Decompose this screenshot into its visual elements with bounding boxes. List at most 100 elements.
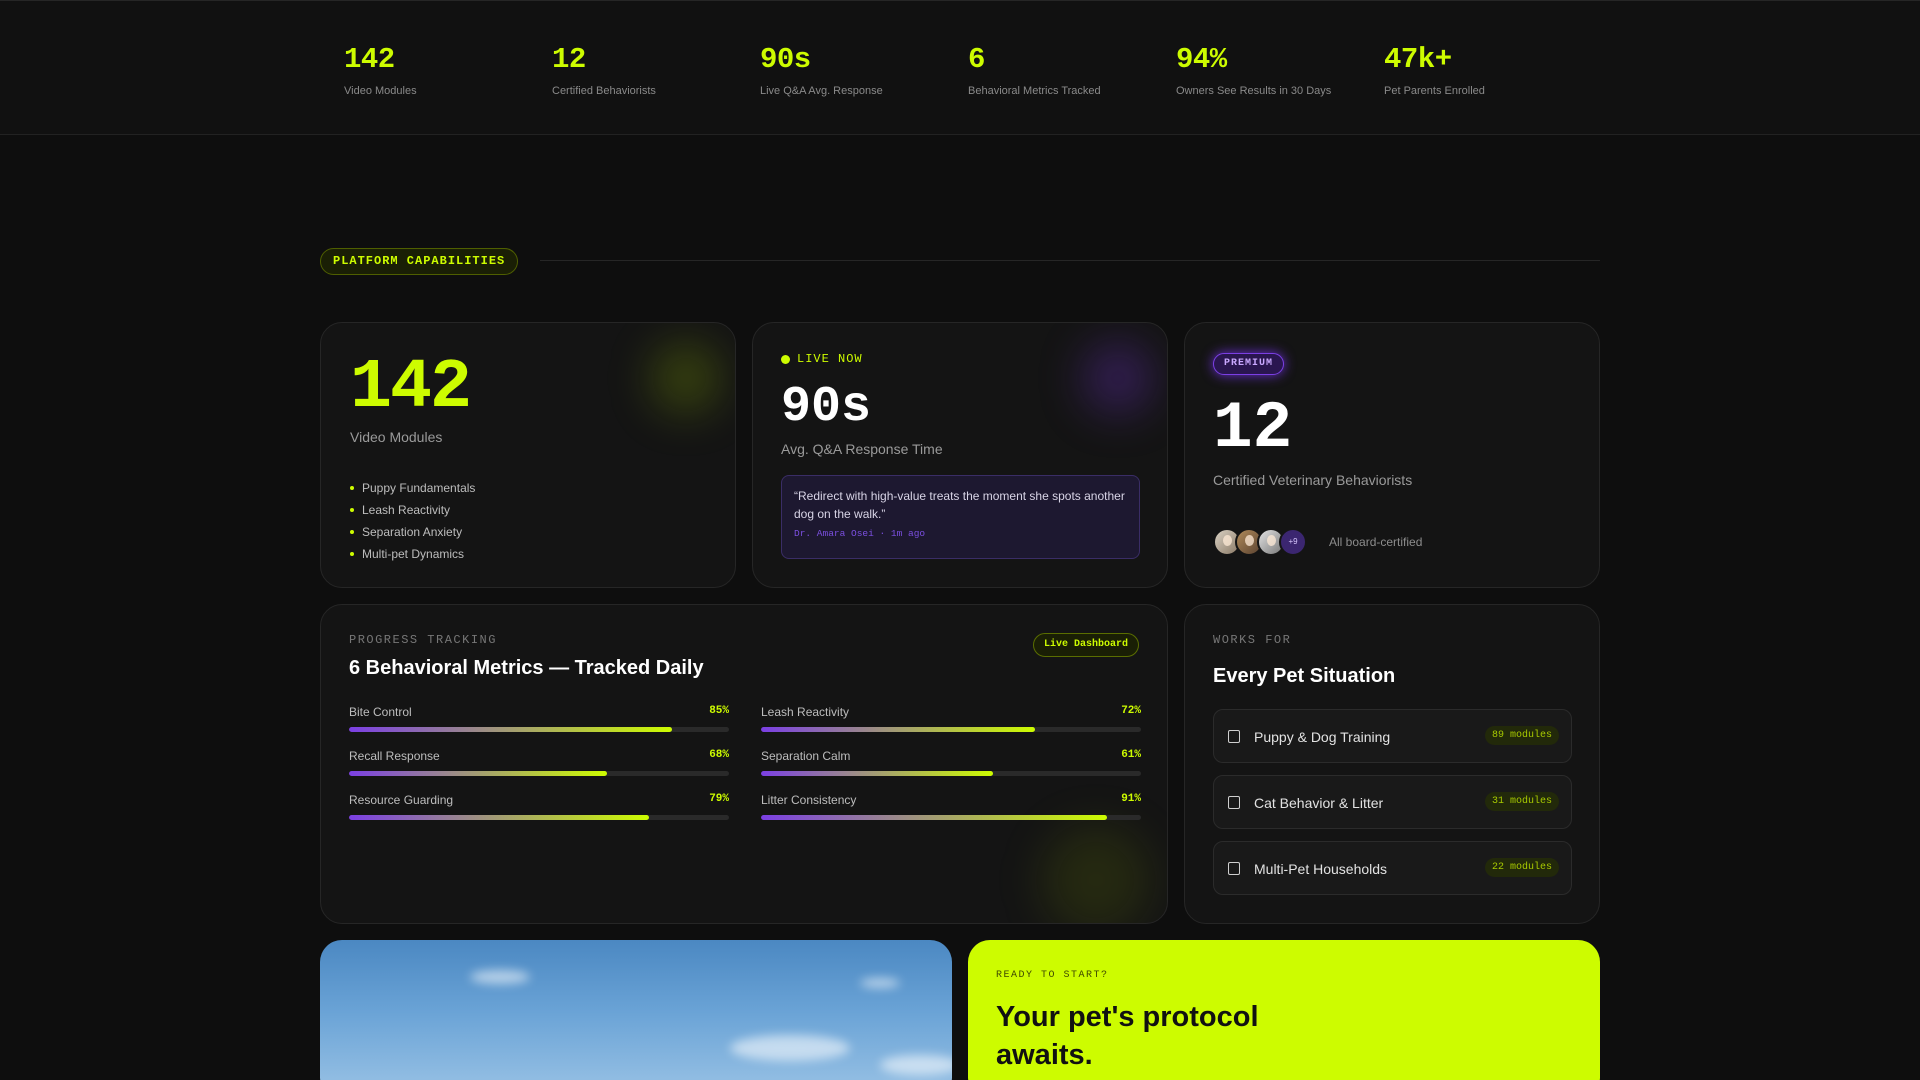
situation-label: Cat Behavior & Litter: [1254, 795, 1384, 811]
cloud: [880, 1055, 952, 1075]
progress-fill: [349, 771, 608, 776]
metric-name: Separation Calm: [761, 749, 851, 763]
situation-item-puppy-dog[interactable]: Puppy & Dog Training 89 modules: [1213, 709, 1572, 763]
stat-label: Certified Behaviorists: [552, 85, 656, 97]
bullet-icon: [350, 508, 354, 512]
live-dashboard-badge[interactable]: Live Dashboard: [1032, 633, 1139, 657]
metric-percent: 91%: [1121, 793, 1141, 805]
metric-name: Recall Response: [349, 749, 440, 763]
cta-kicker: READY TO START?: [996, 970, 1109, 981]
situation-item-cat[interactable]: Cat Behavior & Litter 31 modules: [1213, 775, 1572, 829]
vets-label: Certified Veterinary Behaviorists: [1213, 472, 1413, 488]
progress-track: [761, 727, 1141, 732]
list-item-label: Leash Reactivity: [362, 503, 451, 517]
board-note: All board-certified: [1329, 535, 1423, 549]
checkbox-icon[interactable]: [1228, 862, 1240, 875]
stat-label: Owners See Results in 30 Days: [1176, 85, 1332, 97]
works-kicker: WORKS FOR: [1213, 633, 1292, 647]
situation-label: Multi-Pet Households: [1254, 861, 1388, 877]
stat-label: Video Modules: [344, 85, 417, 97]
card-glow: [1083, 343, 1153, 413]
modules-count-badge: 22 modules: [1484, 858, 1559, 877]
checkbox-icon[interactable]: [1228, 796, 1240, 809]
metric-name: Resource Guarding: [349, 793, 454, 807]
avatar-more-count: +9: [1279, 528, 1307, 556]
section-divider: [540, 260, 1600, 261]
stat-enrolled: 47k+ Pet Parents Enrolled: [1384, 43, 1485, 97]
modules-count-badge: 89 modules: [1484, 726, 1559, 745]
metric-bite-control: Bite Control 85%: [349, 705, 729, 732]
metric-litter-consistency: Litter Consistency 91%: [761, 793, 1141, 820]
checkbox-icon[interactable]: [1228, 730, 1240, 743]
progress-fill: [761, 727, 1035, 732]
metric-resource-guarding: Resource Guarding 79%: [349, 793, 729, 820]
metric-separation-calm: Separation Calm 61%: [761, 749, 1141, 776]
stat-value: 142: [344, 43, 395, 76]
bullet-icon: [350, 530, 354, 534]
progress-kicker: PROGRESS TRACKING: [349, 633, 497, 647]
stat-metrics: 6 Behavioral Metrics Tracked: [968, 43, 1101, 97]
stat-value: 6: [968, 43, 985, 76]
metric-percent: 68%: [709, 749, 729, 761]
metric-recall-response: Recall Response 68%: [349, 749, 729, 776]
stat-video-modules: 142 Video Modules: [344, 43, 417, 97]
cloud: [860, 978, 900, 988]
stat-value: 12: [552, 43, 586, 76]
stats-strip: 142 Video Modules 12 Certified Behaviori…: [0, 0, 1920, 135]
situation-item-multi-pet[interactable]: Multi-Pet Households 22 modules: [1213, 841, 1572, 895]
live-indicator: LIVE NOW: [781, 352, 863, 366]
live-label: LIVE NOW: [797, 352, 863, 366]
progress-card: PROGRESS TRACKING 6 Behavioral Metrics —…: [320, 604, 1168, 924]
bullet-icon: [350, 552, 354, 556]
modules-label: Video Modules: [350, 429, 443, 445]
stat-response: 90s Live Q&A Avg. Response: [760, 43, 883, 97]
progress-track: [349, 815, 729, 820]
bullet-icon: [350, 486, 354, 490]
cta-headline: Your pet's protocol awaits.: [996, 1001, 1259, 1071]
vets-number: 12: [1213, 391, 1293, 466]
card-glow: [1041, 825, 1151, 923]
cta-card[interactable]: READY TO START? Your pet's protocol awai…: [968, 940, 1600, 1080]
modules-count-badge: 31 modules: [1484, 792, 1559, 811]
metric-name: Litter Consistency: [761, 793, 857, 807]
avatar-stack: +9: [1213, 528, 1307, 556]
qa-number: 90s: [781, 379, 872, 436]
progress-track: [761, 815, 1141, 820]
list-item-label: Multi-pet Dynamics: [362, 547, 465, 561]
list-item-label: Puppy Fundamentals: [362, 481, 476, 495]
sky-photo: [320, 940, 952, 1080]
progress-fill: [761, 771, 993, 776]
section-tag: PLATFORM CAPABILITIES: [320, 248, 519, 275]
metric-percent: 61%: [1121, 749, 1141, 761]
metric-percent: 72%: [1121, 705, 1141, 717]
stat-label: Live Q&A Avg. Response: [760, 85, 883, 97]
stat-value: 90s: [760, 43, 811, 76]
premium-badge: PREMIUM: [1213, 353, 1285, 375]
progress-track: [761, 771, 1141, 776]
metric-name: Bite Control: [349, 705, 412, 719]
quote-attribution: Dr. Amara Osei · 1m ago: [794, 528, 926, 539]
progress-track: [349, 771, 729, 776]
qa-label: Avg. Q&A Response Time: [781, 441, 943, 457]
vets-card: PREMIUM 12 Certified Veterinary Behavior…: [1184, 322, 1600, 588]
modules-number: 142: [350, 349, 472, 428]
list-item-label: Separation Anxiety: [362, 525, 463, 539]
metric-name: Leash Reactivity: [761, 705, 850, 719]
stat-results: 94% Owners See Results in 30 Days: [1176, 43, 1331, 97]
stat-value: 47k+: [1384, 43, 1452, 76]
metric-percent: 79%: [709, 793, 729, 805]
list-item: Separation Anxiety: [350, 521, 475, 543]
progress-track: [349, 727, 729, 732]
situation-label: Puppy & Dog Training: [1254, 729, 1391, 745]
progress-fill: [349, 727, 672, 732]
quote-text: “Redirect with high-value treats the mom…: [794, 489, 1125, 521]
module-list: Puppy Fundamentals Leash Reactivity Sepa…: [350, 477, 475, 565]
list-item: Leash Reactivity: [350, 499, 475, 521]
stat-behaviorists: 12 Certified Behaviorists: [552, 43, 656, 97]
stat-label: Pet Parents Enrolled: [1384, 85, 1485, 97]
qa-card: LIVE NOW 90s Avg. Q&A Response Time “Red…: [752, 322, 1168, 588]
stat-value: 94%: [1176, 43, 1227, 76]
list-item: Multi-pet Dynamics: [350, 543, 475, 565]
cloud: [730, 1035, 850, 1061]
works-for-card: WORKS FOR Every Pet Situation Puppy & Do…: [1184, 604, 1600, 924]
